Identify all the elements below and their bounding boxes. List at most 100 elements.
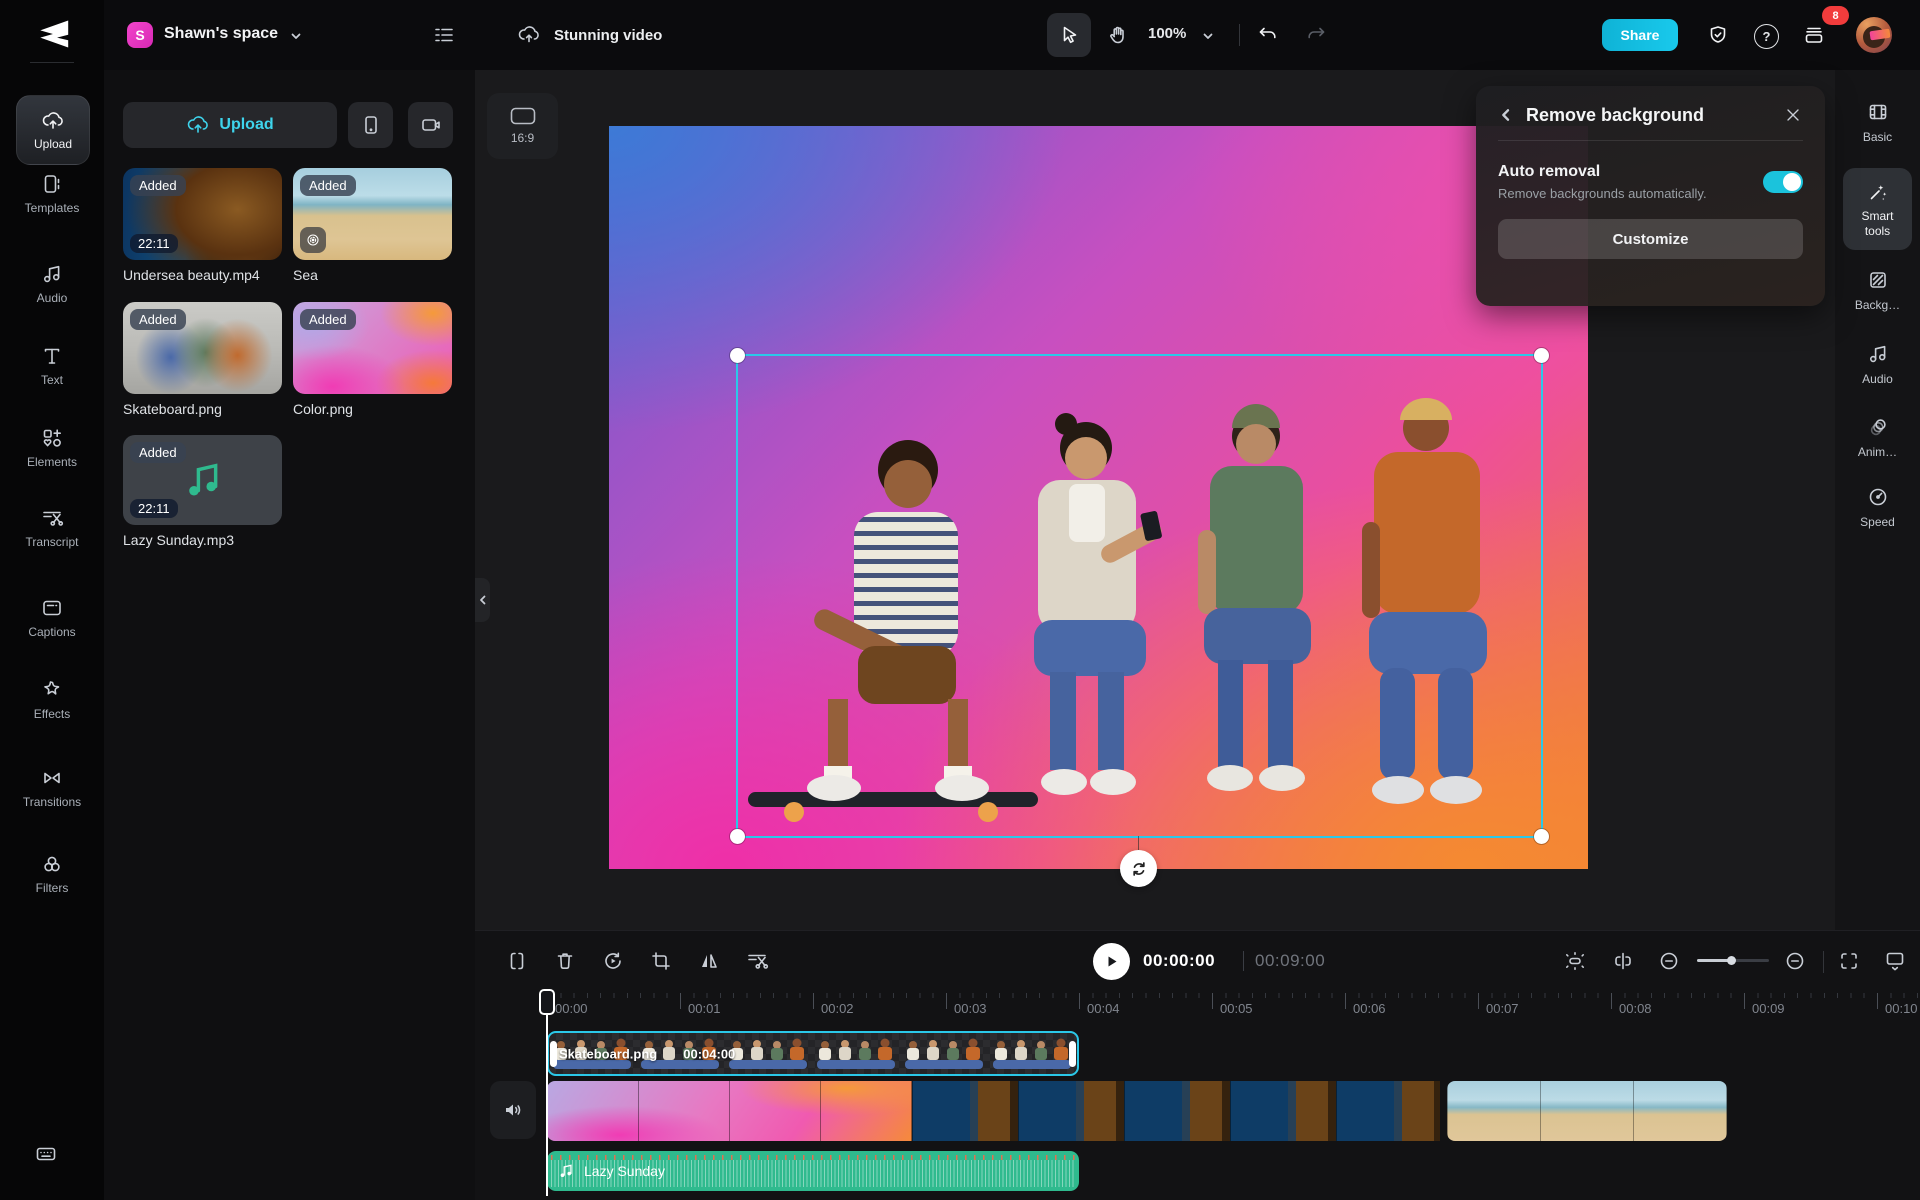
record-camera-button[interactable] bbox=[408, 102, 453, 148]
tab-label: Audio bbox=[1862, 372, 1893, 386]
customize-button[interactable]: Customize bbox=[1498, 219, 1803, 259]
crop-icon[interactable] bbox=[649, 949, 673, 973]
sidebar-item-filters[interactable]: Filters bbox=[0, 852, 104, 912]
chevron-down-icon[interactable] bbox=[290, 30, 302, 42]
shield-check-icon[interactable] bbox=[1706, 23, 1730, 47]
from-phone-button[interactable] bbox=[348, 102, 393, 148]
video-preview[interactable] bbox=[609, 126, 1588, 887]
ruler-tick-label: 00:00 bbox=[555, 1001, 588, 1016]
tab-basic[interactable]: Basic bbox=[1835, 100, 1920, 145]
playhead-line[interactable] bbox=[546, 993, 548, 1196]
clip-sea[interactable] bbox=[1447, 1081, 1727, 1141]
media-item-lazy-sunday[interactable]: Added 22:11 bbox=[123, 435, 282, 525]
delete-icon[interactable] bbox=[553, 949, 577, 973]
zoom-level[interactable]: 100% bbox=[1148, 25, 1186, 42]
image-recognition-icon bbox=[300, 227, 326, 253]
media-item-sea[interactable]: Added bbox=[293, 168, 452, 260]
media-item-skateboard[interactable]: Added bbox=[123, 302, 282, 394]
sidebar-item-transcript[interactable]: Transcript bbox=[0, 506, 104, 566]
tab-background[interactable]: Backg… bbox=[1835, 268, 1920, 313]
tab-animation[interactable]: Anim… bbox=[1835, 415, 1920, 460]
tasks-queue-icon[interactable] bbox=[1802, 23, 1826, 47]
sidebar-item-audio[interactable]: Audio bbox=[0, 262, 104, 322]
resize-handle-bottom-right[interactable] bbox=[1534, 829, 1549, 844]
hand-tool-button[interactable] bbox=[1096, 13, 1140, 57]
auto-removal-label: Auto removal bbox=[1498, 163, 1601, 180]
zoom-out-icon[interactable] bbox=[1657, 949, 1681, 973]
resize-handle-top-left[interactable] bbox=[730, 348, 745, 363]
media-item-name: Color.png bbox=[293, 401, 353, 417]
sidebar-item-transitions[interactable]: Transitions bbox=[0, 766, 104, 826]
sidebar-item-text[interactable]: Text bbox=[0, 344, 104, 404]
mirror-icon[interactable] bbox=[697, 949, 721, 973]
clip-undersea-beauty[interactable] bbox=[912, 1081, 1440, 1141]
workspace-name[interactable]: Shawn's space bbox=[164, 25, 278, 43]
sidebar-item-templates[interactable]: Templates bbox=[0, 172, 104, 232]
timeline-zoom-slider[interactable] bbox=[1697, 956, 1769, 965]
playhead-handle[interactable] bbox=[539, 989, 555, 1015]
workspace-badge[interactable]: S bbox=[127, 22, 153, 48]
ruler-tick-label: 00:08 bbox=[1619, 1001, 1652, 1016]
auto-removal-toggle[interactable] bbox=[1763, 171, 1803, 193]
extract-audio-icon[interactable] bbox=[745, 949, 769, 973]
tab-audio[interactable]: Audio bbox=[1835, 342, 1920, 387]
project-title[interactable]: Stunning video bbox=[554, 27, 662, 44]
time-separator bbox=[1243, 951, 1244, 971]
reverse-icon[interactable] bbox=[601, 949, 625, 973]
sidebar-item-label: Transitions bbox=[22, 795, 82, 809]
sidebar-item-captions[interactable]: Captions bbox=[0, 596, 104, 656]
help-button[interactable]: ? bbox=[1754, 24, 1779, 49]
media-item-undersea[interactable]: Added 22:11 bbox=[123, 168, 282, 260]
split-icon[interactable] bbox=[505, 949, 529, 973]
sidebar-item-label: Text bbox=[40, 373, 63, 387]
clip-lazy-sunday-audio[interactable]: Lazy Sunday bbox=[547, 1151, 1079, 1191]
tab-label: Speed bbox=[1860, 515, 1895, 529]
list-view-icon[interactable] bbox=[432, 23, 456, 47]
clip-skateboard[interactable]: Skateboard.png 00:04:00 bbox=[547, 1031, 1079, 1076]
rotate-handle[interactable] bbox=[1120, 850, 1157, 887]
fit-timeline-icon[interactable] bbox=[1837, 949, 1861, 973]
close-icon[interactable] bbox=[1783, 105, 1803, 125]
transitions-icon bbox=[44, 772, 60, 784]
media-item-name: Lazy Sunday.mp3 bbox=[123, 532, 235, 548]
undo-icon[interactable] bbox=[1256, 23, 1280, 47]
avatar[interactable] bbox=[1856, 17, 1892, 53]
trim-handle-left[interactable] bbox=[550, 1040, 557, 1067]
ruler-tick-label: 00:09 bbox=[1752, 1001, 1785, 1016]
collapse-panel-tab[interactable] bbox=[475, 578, 490, 622]
redo-icon[interactable] bbox=[1304, 23, 1328, 47]
resize-handle-bottom-left[interactable] bbox=[730, 829, 745, 844]
aspect-ratio-button[interactable]: 16:9 bbox=[487, 93, 558, 159]
split-preview-icon[interactable] bbox=[1611, 949, 1635, 973]
captions-icon bbox=[43, 600, 61, 616]
play-button[interactable] bbox=[1093, 943, 1130, 980]
snap-icon[interactable] bbox=[1563, 949, 1587, 973]
tab-smart-tools[interactable]: Smart tools bbox=[1843, 168, 1912, 250]
trim-handle-right[interactable] bbox=[1069, 1040, 1076, 1067]
resize-handle-top-right[interactable] bbox=[1534, 348, 1549, 363]
back-icon[interactable] bbox=[1498, 107, 1514, 123]
preview-display-icon[interactable] bbox=[1883, 949, 1907, 973]
sidebar-item-upload[interactable]: Upload bbox=[16, 95, 90, 165]
music-note-icon bbox=[188, 463, 217, 496]
select-tool-button[interactable] bbox=[1047, 13, 1091, 57]
chevron-down-icon[interactable] bbox=[1202, 30, 1214, 42]
tab-speed[interactable]: Speed bbox=[1835, 485, 1920, 530]
sidebar-item-elements[interactable]: Elements bbox=[0, 426, 104, 486]
phone-icon bbox=[364, 116, 377, 134]
clip-color-png[interactable] bbox=[547, 1081, 912, 1141]
selection-box[interactable] bbox=[730, 348, 1549, 887]
share-button[interactable]: Share bbox=[1602, 19, 1678, 51]
zoom-in-icon[interactable] bbox=[1783, 949, 1807, 973]
sidebar-item-label: Upload bbox=[33, 137, 73, 151]
media-item-color[interactable]: Added bbox=[293, 302, 452, 394]
sidebar-item-effects[interactable]: Effects bbox=[0, 678, 104, 738]
media-panel: Upload Added 22:11 Undersea beauty.mp4 A… bbox=[104, 70, 476, 1200]
track-mute-button[interactable] bbox=[490, 1081, 536, 1139]
timeline-ruler[interactable]: 00:00 00:01 00:02 00:03 00:04 00:05 00:0… bbox=[475, 993, 1920, 1023]
upload-button[interactable]: Upload bbox=[123, 102, 337, 148]
sidebar-item-label: Elements bbox=[26, 455, 78, 469]
timeline-toolbar: 00:00:00 00:09:00 bbox=[475, 931, 1920, 991]
added-badge: Added bbox=[130, 442, 186, 463]
keyboard-shortcuts-icon[interactable] bbox=[34, 1142, 58, 1166]
